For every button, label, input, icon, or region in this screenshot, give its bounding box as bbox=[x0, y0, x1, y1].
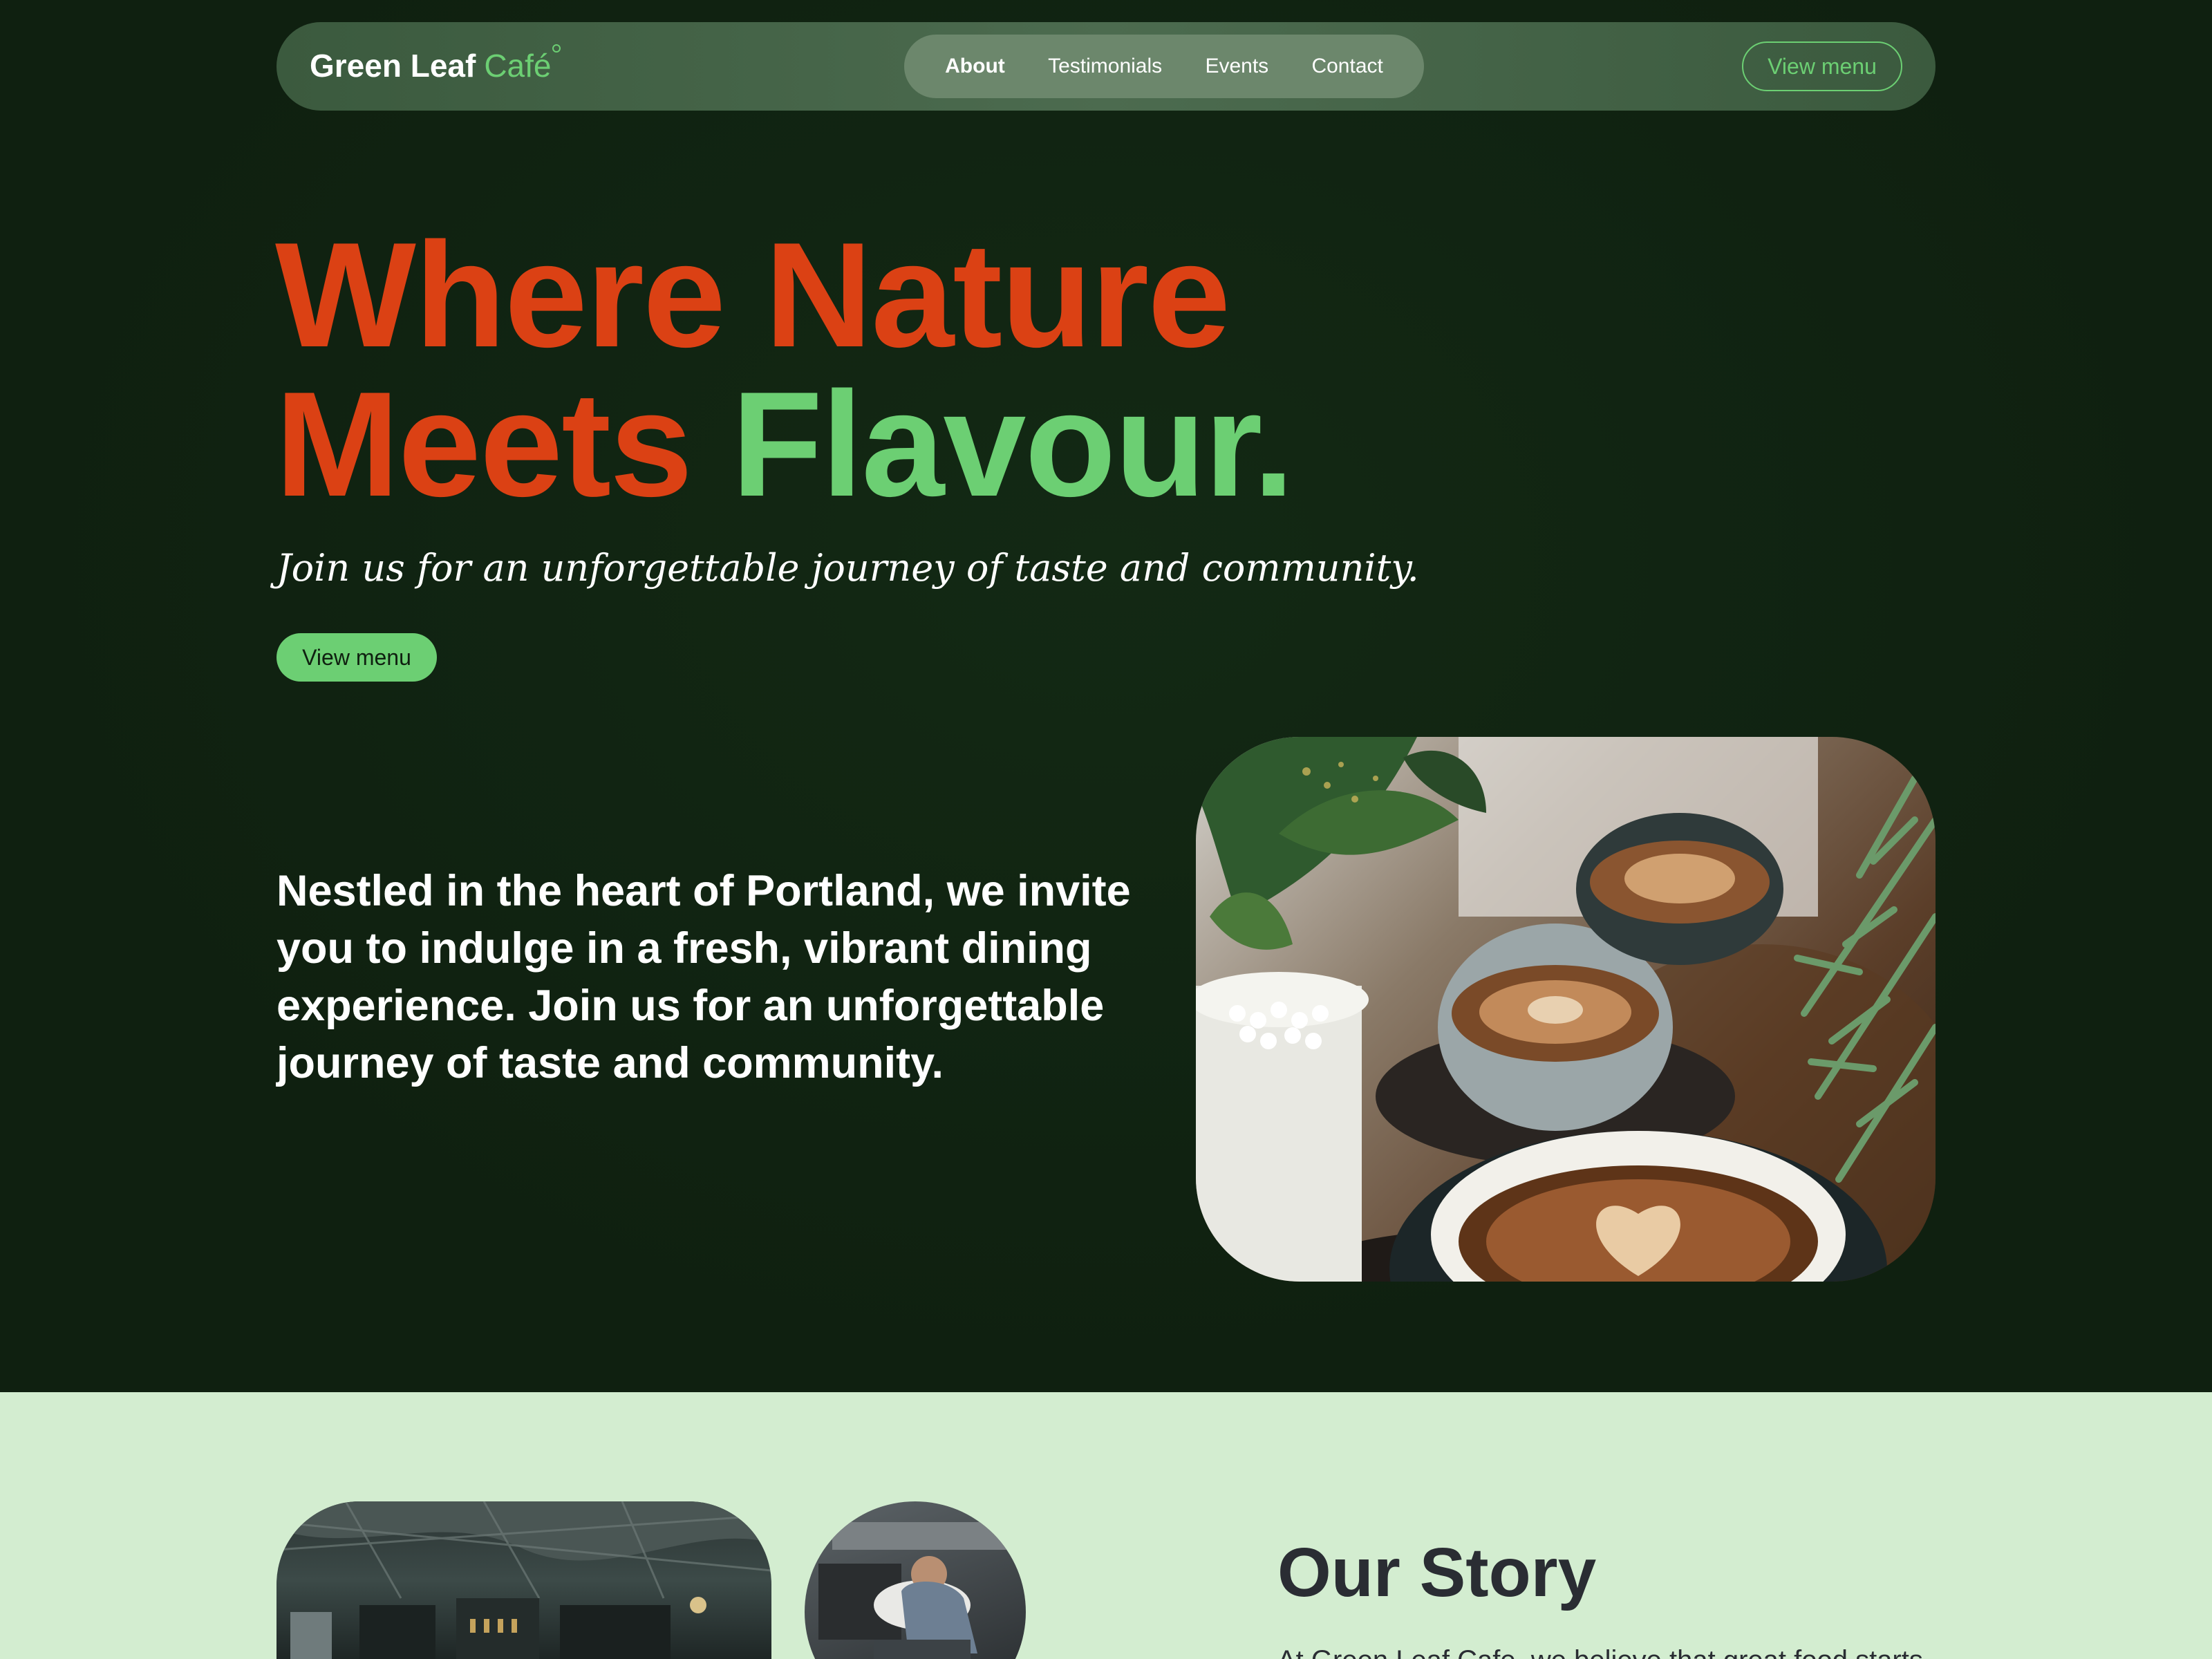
brand-logo[interactable]: Green Leaf Café bbox=[310, 44, 561, 86]
brand-accent: Café bbox=[484, 44, 561, 84]
brand-name: Green Leaf bbox=[310, 48, 476, 84]
nav-link-contact[interactable]: Contact bbox=[1311, 55, 1382, 78]
barista-image bbox=[805, 1501, 1026, 1659]
coffee-illustration bbox=[1196, 737, 1936, 1282]
nav-links: About Testimonials Events Contact bbox=[904, 35, 1424, 98]
top-navbar: Green Leaf Café About Testimonials Event… bbox=[276, 22, 1936, 111]
nav-view-menu-button[interactable]: View menu bbox=[1742, 41, 1902, 91]
headline-line-2: Meets Flavour. bbox=[275, 369, 1519, 518]
cafe-interior-image bbox=[276, 1501, 771, 1659]
interior-illustration bbox=[276, 1501, 771, 1659]
brand-accent-text: Café bbox=[484, 48, 552, 84]
story-body-text: At Green Leaf Cafe, we believe that grea… bbox=[1277, 1645, 1934, 1659]
nav-link-testimonials[interactable]: Testimonials bbox=[1048, 55, 1162, 78]
hero-tagline: Join us for an unforgettable journey of … bbox=[276, 546, 1419, 590]
barista-illustration bbox=[818, 1522, 1012, 1659]
coffee-cups-image bbox=[1196, 737, 1936, 1282]
headline-word-meets: Meets bbox=[275, 360, 693, 527]
hero-view-menu-button[interactable]: View menu bbox=[276, 633, 437, 682]
nav-link-about[interactable]: About bbox=[945, 55, 1005, 78]
nav-link-events[interactable]: Events bbox=[1205, 55, 1268, 78]
headline-line-1: Where Nature bbox=[275, 211, 1230, 378]
hero-intro-text: Nestled in the heart of Portland, we inv… bbox=[276, 867, 1131, 1087]
headline-word-flavour: Flavour. bbox=[731, 360, 1294, 527]
registered-mark-icon bbox=[552, 44, 561, 53]
story-heading: Our Story bbox=[1277, 1534, 1597, 1611]
hero-headline: Where Nature Meets Flavour. bbox=[275, 220, 1519, 518]
